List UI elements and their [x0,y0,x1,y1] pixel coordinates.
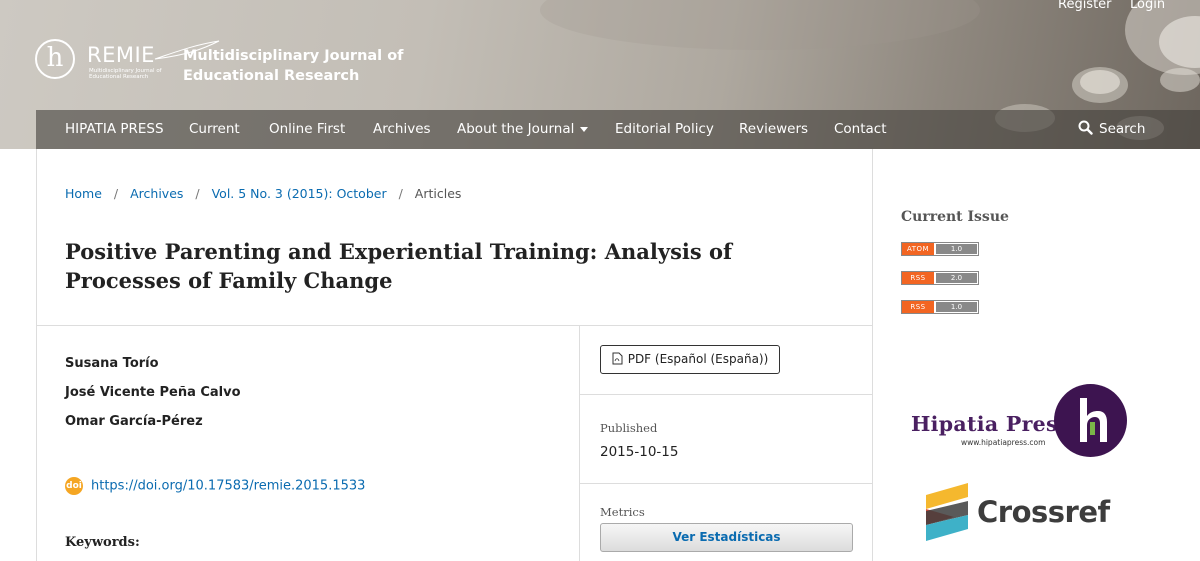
breadcrumb-separator: / [398,186,403,201]
caret-down-icon [580,126,589,132]
breadcrumb-archives[interactable]: Archives [130,186,183,201]
author-name: José Vicente Peña Calvo [65,385,241,400]
feed-version: 2.0 [936,273,977,283]
feed-type: ATOM [902,243,934,255]
search-icon [1078,120,1093,135]
view-statistics-button[interactable]: Ver Estadísticas [600,523,853,552]
nav-item-current[interactable]: Current [189,110,240,149]
sidebar-divider [580,483,872,484]
pdf-file-icon [612,352,623,365]
current-issue-heading: Current Issue [901,209,1009,225]
hipatia-logo-icon: h [35,39,75,79]
main-content: Home / Archives / Vol. 5 No. 3 (2015): O… [36,149,873,561]
feed-type: RSS [902,301,934,313]
hipatia-press-url: www.hipatiapress.com [961,438,1046,447]
published-label: Published [600,421,658,435]
breadcrumb-issue[interactable]: Vol. 5 No. 3 (2015): October [212,186,387,201]
search-link[interactable]: Search [1078,110,1145,149]
nav-item-about-the-journal[interactable]: About the Journal [457,110,589,149]
pdf-button-label: PDF (Español (España)) [627,352,769,366]
crossref-mark-icon [926,483,968,541]
hipatia-circle-logo-icon [1054,384,1127,457]
nav-item-archives[interactable]: Archives [373,110,431,149]
column-divider [579,325,580,561]
nav-item-hipatia-press[interactable]: HIPATIA PRESS [65,110,164,149]
breadcrumb-separator: / [113,186,119,201]
journal-title: Multidisciplinary Journal of Educational… [183,48,404,84]
article-title: Positive Parenting and Experiential Trai… [65,239,733,293]
site-header: Register Login h REMIE Multidisciplinary… [0,0,1200,149]
published-date: 2015-10-15 [600,444,679,460]
hipatia-press-logo[interactable]: Hipatia Press www.hipatiapress.com [909,382,1129,458]
breadcrumb-home[interactable]: Home [65,186,102,201]
hipatia-h-icon [1080,398,1107,442]
sidebar-divider [580,394,872,395]
doi-link-row: doi https://doi.org/10.17583/remie.2015.1… [65,477,365,495]
breadcrumb-current: Articles [414,186,462,201]
remie-logo-text: REMIE [87,43,155,67]
doi-link[interactable]: https://doi.org/10.17583/remie.2015.1533 [91,479,365,494]
login-link[interactable]: Login [1130,0,1165,12]
register-link[interactable]: Register [1058,0,1112,12]
crossref-wordmark: Crossref [977,495,1110,529]
search-label: Search [1099,121,1146,137]
breadcrumb: Home / Archives / Vol. 5 No. 3 (2015): O… [65,186,461,201]
hipatia-press-wordmark: Hipatia Press [911,412,1070,436]
crossref-logo[interactable]: Crossref [924,481,1114,545]
breadcrumb-separator: / [195,186,200,201]
atom-feed-badge[interactable]: ATOM 1.0 [901,242,979,256]
nav-item-online-first[interactable]: Online First [269,110,345,149]
nav-item-contact[interactable]: Contact [834,110,887,149]
remie-logo-subtitle: Multidisciplinary Journal of Educational… [89,68,162,80]
nav-item-about-label: About the Journal [457,121,575,137]
nav-item-reviewers[interactable]: Reviewers [739,110,808,149]
section-divider [37,325,872,326]
feed-type: RSS [902,272,934,284]
feed-version: 1.0 [936,302,977,312]
nav-item-editorial-policy[interactable]: Editorial Policy [615,110,714,149]
keywords-label: Keywords: [65,535,140,550]
doi-icon: doi [65,477,83,495]
author-name: Omar García-Pérez [65,414,203,429]
metrics-label: Metrics [600,505,645,519]
feed-version: 1.0 [936,244,977,254]
primary-nav: HIPATIA PRESS Current Online First Archi… [36,110,1200,149]
author-name: Susana Torío [65,356,159,371]
pdf-download-button[interactable]: PDF (Español (España)) [600,345,780,374]
rss1-feed-badge[interactable]: RSS 1.0 [901,300,979,314]
rss2-feed-badge[interactable]: RSS 2.0 [901,271,979,285]
